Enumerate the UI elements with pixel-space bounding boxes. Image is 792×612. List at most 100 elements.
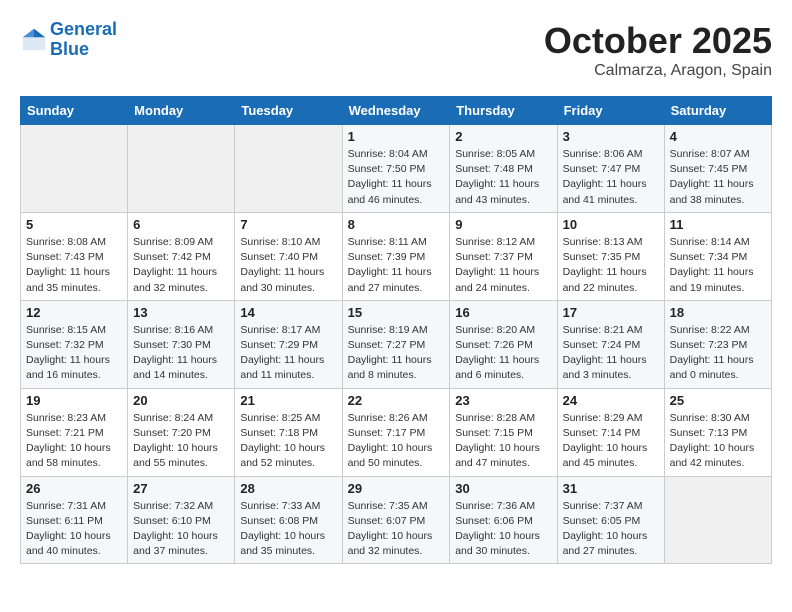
weekday-header-tuesday: Tuesday	[235, 97, 342, 125]
logo: General Blue	[20, 20, 117, 60]
day-cell-22: 22 Sunrise: 8:26 AM Sunset: 7:17 PM Dayli…	[342, 388, 450, 476]
day-info: Sunrise: 8:26 AM Sunset: 7:17 PM Dayligh…	[348, 411, 445, 472]
day-info: Sunrise: 8:20 AM Sunset: 7:26 PM Dayligh…	[455, 323, 551, 384]
day-cell-26: 26Sunrise: 7:31 AM Sunset: 6:11 PM Dayli…	[21, 476, 128, 564]
day-info: Sunrise: 8:21 AM Sunset: 7:24 PM Dayligh…	[563, 323, 659, 384]
day-cell-7: 7 Sunrise: 8:10 AM Sunset: 7:40 PM Daylig…	[235, 212, 342, 300]
day-cell-18: 18 Sunrise: 8:22 AM Sunset: 7:23 PM Dayli…	[664, 300, 771, 388]
day-cell-21: 21Sunrise: 8:25 AM Sunset: 7:18 PM Dayli…	[235, 388, 342, 476]
day-number: 9	[455, 217, 551, 232]
day-cell-1: 1Sunrise: 8:04 AM Sunset: 7:50 PM Daylig…	[342, 125, 450, 213]
day-number: 22	[348, 393, 445, 408]
day-number: 24	[563, 393, 659, 408]
week-row-3: 12Sunrise: 8:15 AM Sunset: 7:32 PM Dayli…	[21, 300, 772, 388]
day-number: 27	[133, 481, 229, 496]
day-number: 20	[133, 393, 229, 408]
day-number: 6	[133, 217, 229, 232]
day-number: 5	[26, 217, 122, 232]
day-number: 17	[563, 305, 659, 320]
calendar-table: SundayMondayTuesdayWednesdayThursdayFrid…	[20, 96, 772, 564]
week-row-1: 1Sunrise: 8:04 AM Sunset: 7:50 PM Daylig…	[21, 125, 772, 213]
day-cell-11: 11Sunrise: 8:14 AM Sunset: 7:34 PM Dayli…	[664, 212, 771, 300]
location: Calmarza, Aragon, Spain	[544, 62, 772, 80]
day-info: Sunrise: 8:22 AM Sunset: 7:23 PM Dayligh…	[670, 323, 766, 384]
day-info: Sunrise: 8:06 AM Sunset: 7:47 PM Dayligh…	[563, 147, 659, 208]
day-number: 4	[670, 129, 766, 144]
day-cell-12: 12Sunrise: 8:15 AM Sunset: 7:32 PM Dayli…	[21, 300, 128, 388]
day-info: Sunrise: 8:23 AM Sunset: 7:21 PM Dayligh…	[26, 411, 122, 472]
day-cell-23: 23 Sunrise: 8:28 AM Sunset: 7:15 PM Dayli…	[450, 388, 557, 476]
day-info: Sunrise: 8:17 AM Sunset: 7:29 PM Dayligh…	[240, 323, 336, 384]
empty-cell	[664, 476, 771, 564]
weekday-header-wednesday: Wednesday	[342, 97, 450, 125]
day-number: 11	[670, 217, 766, 232]
day-number: 1	[348, 129, 445, 144]
day-cell-27: 27 Sunrise: 7:32 AM Sunset: 6:10 PM Dayli…	[128, 476, 235, 564]
day-info: Sunrise: 8:08 AM Sunset: 7:43 PM Dayligh…	[26, 235, 122, 296]
day-cell-3: 3 Sunrise: 8:06 AM Sunset: 7:47 PM Daylig…	[557, 125, 664, 213]
day-number: 21	[240, 393, 336, 408]
day-number: 18	[670, 305, 766, 320]
day-number: 10	[563, 217, 659, 232]
weekday-header-thursday: Thursday	[450, 97, 557, 125]
day-cell-25: 25 Sunrise: 8:30 AM Sunset: 7:13 PM Dayli…	[664, 388, 771, 476]
week-row-2: 5 Sunrise: 8:08 AM Sunset: 7:43 PM Daylig…	[21, 212, 772, 300]
day-number: 3	[563, 129, 659, 144]
logo-icon	[20, 26, 48, 54]
day-cell-5: 5 Sunrise: 8:08 AM Sunset: 7:43 PM Daylig…	[21, 212, 128, 300]
week-row-5: 26Sunrise: 7:31 AM Sunset: 6:11 PM Dayli…	[21, 476, 772, 564]
day-info: Sunrise: 7:33 AM Sunset: 6:08 PM Dayligh…	[240, 499, 336, 560]
day-number: 30	[455, 481, 551, 496]
day-number: 19	[26, 393, 122, 408]
day-cell-16: 16 Sunrise: 8:20 AM Sunset: 7:26 PM Dayli…	[450, 300, 557, 388]
day-info: Sunrise: 8:16 AM Sunset: 7:30 PM Dayligh…	[133, 323, 229, 384]
day-cell-24: 24 Sunrise: 8:29 AM Sunset: 7:14 PM Dayli…	[557, 388, 664, 476]
day-number: 13	[133, 305, 229, 320]
day-info: Sunrise: 8:11 AM Sunset: 7:39 PM Dayligh…	[348, 235, 445, 296]
day-info: Sunrise: 8:12 AM Sunset: 7:37 PM Dayligh…	[455, 235, 551, 296]
day-number: 25	[670, 393, 766, 408]
day-cell-28: 28Sunrise: 7:33 AM Sunset: 6:08 PM Dayli…	[235, 476, 342, 564]
month-title: October 2025	[544, 20, 772, 62]
day-number: 15	[348, 305, 445, 320]
day-info: Sunrise: 8:10 AM Sunset: 7:40 PM Dayligh…	[240, 235, 336, 296]
day-cell-4: 4 Sunrise: 8:07 AM Sunset: 7:45 PM Daylig…	[664, 125, 771, 213]
day-cell-8: 8 Sunrise: 8:11 AM Sunset: 7:39 PM Daylig…	[342, 212, 450, 300]
day-number: 14	[240, 305, 336, 320]
day-info: Sunrise: 8:07 AM Sunset: 7:45 PM Dayligh…	[670, 147, 766, 208]
empty-cell	[128, 125, 235, 213]
day-info: Sunrise: 7:31 AM Sunset: 6:11 PM Dayligh…	[26, 499, 122, 560]
day-cell-9: 9 Sunrise: 8:12 AM Sunset: 7:37 PM Daylig…	[450, 212, 557, 300]
day-cell-30: 30Sunrise: 7:36 AM Sunset: 6:06 PM Dayli…	[450, 476, 557, 564]
day-info: Sunrise: 8:13 AM Sunset: 7:35 PM Dayligh…	[563, 235, 659, 296]
day-cell-29: 29 Sunrise: 7:35 AM Sunset: 6:07 PM Dayli…	[342, 476, 450, 564]
day-info: Sunrise: 8:15 AM Sunset: 7:32 PM Dayligh…	[26, 323, 122, 384]
page-header: General Blue October 2025 Calmarza, Arag…	[20, 20, 772, 80]
day-info: Sunrise: 8:24 AM Sunset: 7:20 PM Dayligh…	[133, 411, 229, 472]
day-cell-10: 10 Sunrise: 8:13 AM Sunset: 7:35 PM Dayli…	[557, 212, 664, 300]
day-cell-13: 13 Sunrise: 8:16 AM Sunset: 7:30 PM Dayli…	[128, 300, 235, 388]
day-info: Sunrise: 8:28 AM Sunset: 7:15 PM Dayligh…	[455, 411, 551, 472]
day-number: 7	[240, 217, 336, 232]
logo-text: General Blue	[50, 20, 117, 60]
day-info: Sunrise: 7:32 AM Sunset: 6:10 PM Dayligh…	[133, 499, 229, 560]
weekday-header-sunday: Sunday	[21, 97, 128, 125]
day-number: 16	[455, 305, 551, 320]
day-info: Sunrise: 8:30 AM Sunset: 7:13 PM Dayligh…	[670, 411, 766, 472]
day-cell-15: 15Sunrise: 8:19 AM Sunset: 7:27 PM Dayli…	[342, 300, 450, 388]
day-info: Sunrise: 8:09 AM Sunset: 7:42 PM Dayligh…	[133, 235, 229, 296]
day-cell-2: 2Sunrise: 8:05 AM Sunset: 7:48 PM Daylig…	[450, 125, 557, 213]
day-number: 2	[455, 129, 551, 144]
day-cell-17: 17 Sunrise: 8:21 AM Sunset: 7:24 PM Dayli…	[557, 300, 664, 388]
day-number: 8	[348, 217, 445, 232]
empty-cell	[21, 125, 128, 213]
empty-cell	[235, 125, 342, 213]
day-info: Sunrise: 7:37 AM Sunset: 6:05 PM Dayligh…	[563, 499, 659, 560]
week-row-4: 19 Sunrise: 8:23 AM Sunset: 7:21 PM Dayli…	[21, 388, 772, 476]
day-number: 29	[348, 481, 445, 496]
day-info: Sunrise: 8:29 AM Sunset: 7:14 PM Dayligh…	[563, 411, 659, 472]
day-cell-31: 31 Sunrise: 7:37 AM Sunset: 6:05 PM Dayli…	[557, 476, 664, 564]
day-number: 23	[455, 393, 551, 408]
day-info: Sunrise: 7:35 AM Sunset: 6:07 PM Dayligh…	[348, 499, 445, 560]
day-number: 31	[563, 481, 659, 496]
